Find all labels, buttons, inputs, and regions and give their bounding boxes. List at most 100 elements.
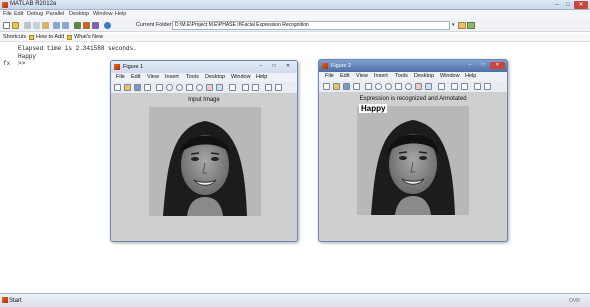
start-label: Start [9,298,22,304]
menu-edit[interactable]: Edit [14,11,23,17]
face-image [357,106,469,215]
face-image [149,107,261,216]
figure-2-title: Figure 2 [331,63,352,69]
start-button[interactable]: Start [2,297,22,304]
figure-1-close-button[interactable]: ✕ [281,63,295,70]
fig2-menu-edit[interactable]: Edit [340,73,349,79]
menu-file[interactable]: File [3,11,12,17]
insert-legend-icon[interactable] [461,83,468,90]
shortcuts-bar: Shortcuts How to Add What's New [0,33,590,42]
brush-icon[interactable] [216,84,223,91]
data-cursor-icon[interactable] [415,83,422,90]
status-bar: Start OVR [0,293,590,307]
fig1-menu-view[interactable]: View [147,74,159,80]
rotate-icon[interactable] [196,84,203,91]
hide-plot-tools-icon[interactable] [474,83,481,90]
undo-icon[interactable] [53,22,60,29]
maximize-button[interactable]: □ [563,1,573,9]
edit-plot-icon[interactable] [156,84,163,91]
show-plot-tools-icon[interactable] [275,84,282,91]
brush-icon[interactable] [425,83,432,90]
fig1-menu-file[interactable]: File [116,74,125,80]
link-plot-icon[interactable] [438,83,445,90]
figure-2-close-button[interactable]: ✕ [490,62,505,69]
link-plot-icon[interactable] [229,84,236,91]
data-cursor-icon[interactable] [206,84,213,91]
fig2-menu-help[interactable]: Help [465,73,476,79]
hide-plot-tools-icon[interactable] [265,84,272,91]
insert-legend-icon[interactable] [252,84,259,91]
fig2-menu-file[interactable]: File [325,73,334,79]
cmd-output-line: Happy [18,53,37,60]
close-button[interactable]: ✕ [574,1,588,9]
save-icon[interactable] [134,84,141,91]
fig1-menu-insert[interactable]: Insert [165,74,179,80]
menu-desktop[interactable]: Desktop [69,11,89,17]
edit-plot-icon[interactable] [365,83,372,90]
menu-parallel[interactable]: Parallel [46,11,64,17]
fig1-menu-window[interactable]: Window [231,74,251,80]
new-figure-icon[interactable] [114,84,121,91]
chevron-down-icon[interactable]: ▾ [452,22,455,28]
fig2-menu-desktop[interactable]: Desktop [414,73,434,79]
figure-1-title-bar[interactable]: Figure 1 – □ ✕ [111,61,297,73]
fig1-menu-help[interactable]: Help [256,74,267,80]
pan-icon[interactable] [186,84,193,91]
whats-new-icon [67,35,72,40]
fig1-menu-tools[interactable]: Tools [186,74,199,80]
insert-colorbar-icon[interactable] [242,84,249,91]
fig2-menu-insert[interactable]: Insert [374,73,388,79]
figure-2-canvas: Expression is recognized and Annotated H… [319,93,507,241]
cut-icon[interactable] [24,22,31,29]
cmd-prompt[interactable]: >> [18,60,25,67]
current-folder-field[interactable]: D:\M.E\Project M.E\PHASE II\Facial Expre… [172,21,450,30]
insert-colorbar-icon[interactable] [451,83,458,90]
print-icon[interactable] [144,84,151,91]
zoom-in-icon[interactable] [375,83,382,90]
open-folder-icon[interactable] [12,22,19,29]
browse-folder-icon[interactable] [458,22,466,29]
menu-window[interactable]: Window [93,11,113,17]
how-to-add-link[interactable]: How to Add [36,34,64,40]
save-icon[interactable] [343,83,350,90]
new-figure-icon[interactable] [323,83,330,90]
zoom-out-icon[interactable] [385,83,392,90]
figure-1-minimize-button[interactable]: – [255,63,267,70]
figure-icon [114,64,120,70]
figure-1-maximize-button[interactable]: □ [268,63,280,70]
pan-icon[interactable] [395,83,402,90]
fx-icon[interactable]: fx [3,60,10,67]
fig1-menu-desktop[interactable]: Desktop [205,74,225,80]
simulink-icon[interactable] [74,22,81,29]
profiler-icon[interactable] [92,22,99,29]
menu-help[interactable]: Help [115,11,126,17]
fig1-menu-edit[interactable]: Edit [131,74,140,80]
fig2-menu-tools[interactable]: Tools [395,73,408,79]
zoom-in-icon[interactable] [166,84,173,91]
fig2-menu-view[interactable]: View [356,73,368,79]
help-icon[interactable] [104,22,111,29]
new-file-icon[interactable] [3,22,10,29]
menu-debug[interactable]: Debug [27,11,43,17]
copy-icon[interactable] [33,22,40,29]
minimize-button[interactable]: – [552,1,562,9]
fig2-menu-window[interactable]: Window [440,73,460,79]
overwrite-mode-indicator: OVR [569,298,580,304]
folder-up-icon[interactable] [467,22,475,29]
zoom-out-icon[interactable] [176,84,183,91]
open-file-icon[interactable] [124,84,131,91]
rotate-icon[interactable] [405,83,412,90]
open-file-icon[interactable] [333,83,340,90]
paste-icon[interactable] [42,22,49,29]
figure-2-minimize-button[interactable]: – [464,62,476,69]
figure-1-window[interactable]: Figure 1 – □ ✕ File Edit View Insert Too… [110,60,298,242]
whats-new-link[interactable]: What's New [74,34,103,40]
print-icon[interactable] [353,83,360,90]
guide-icon[interactable] [83,22,90,29]
figure-2-maximize-button[interactable]: □ [477,62,489,69]
main-toolbar: Current Folder: D:\M.E\Project M.E\PHASE… [0,19,590,32]
show-plot-tools-icon[interactable] [484,83,491,90]
figure-2-window[interactable]: Figure 2 – □ ✕ File Edit View Insert Too… [318,59,508,242]
figure-2-title-bar[interactable]: Figure 2 – □ ✕ [319,60,507,72]
redo-icon[interactable] [62,22,69,29]
